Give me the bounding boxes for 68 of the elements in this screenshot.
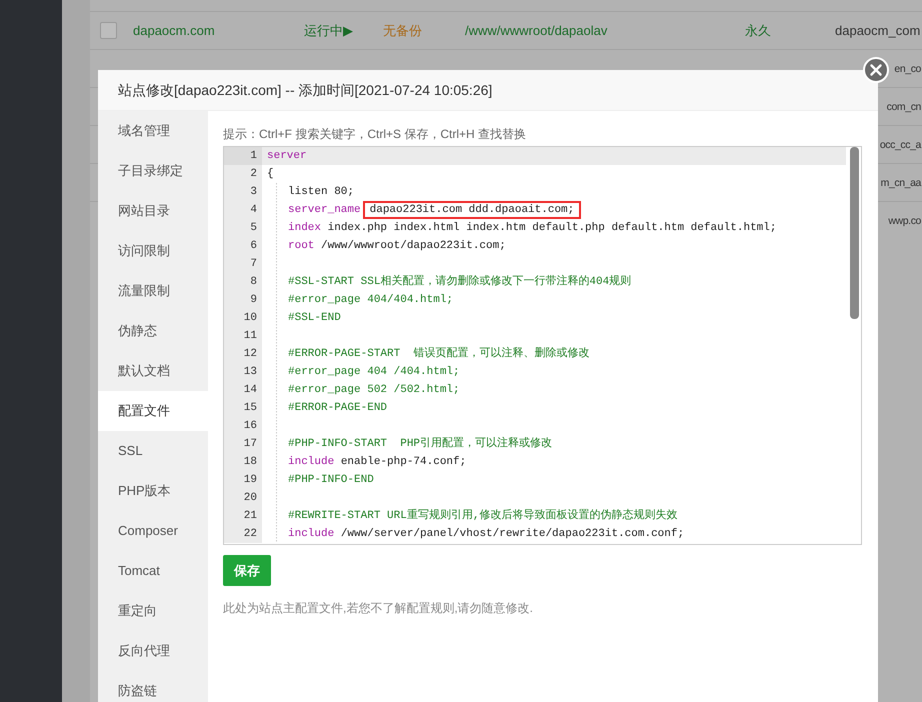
code-line: root /www/wwwroot/dapao223it.com; bbox=[288, 239, 506, 254]
sidebar-item[interactable]: 访问限制 bbox=[98, 231, 208, 271]
code-line: #ERROR-PAGE-END bbox=[288, 401, 388, 416]
sidebar-item[interactable]: 子目录绑定 bbox=[98, 151, 208, 191]
code-line: server bbox=[267, 149, 307, 164]
code-line: server_name dapao223it.com ddd.dpaoait.com; bbox=[288, 201, 582, 219]
sidebar-item[interactable]: 防盗链 bbox=[98, 671, 208, 702]
expiry-text: 永久 bbox=[745, 22, 771, 40]
sidebar-item[interactable]: 重定向 bbox=[98, 591, 208, 631]
sidebar-item[interactable]: 域名管理 bbox=[98, 111, 208, 151]
sidebar-item[interactable]: Composer bbox=[98, 511, 208, 551]
line-number: 3 bbox=[224, 183, 262, 201]
line-number: 5 bbox=[224, 219, 262, 237]
table-cell: com_cn bbox=[886, 100, 921, 112]
code-line: #SSL-END bbox=[288, 311, 341, 326]
code-editor[interactable] bbox=[223, 146, 862, 545]
line-number: 15 bbox=[224, 399, 262, 417]
line-number: 12 bbox=[224, 345, 262, 363]
scrollbar[interactable] bbox=[850, 147, 859, 319]
code-line: #SSL-START SSL相关配置，请勿删除或修改下一行带注释的404规则 bbox=[288, 274, 632, 290]
sidebar-item[interactable]: 网站目录 bbox=[98, 191, 208, 231]
line-number: 19 bbox=[224, 471, 262, 489]
code-line: index index.php index.html index.htm default.php default.htm default.html; bbox=[288, 221, 776, 236]
sidebar-item[interactable]: 伪静态 bbox=[98, 311, 208, 351]
table-cell: en_co bbox=[894, 62, 921, 74]
table-cell: m_cn_aa bbox=[880, 176, 921, 188]
code-line: #error_page 404 /404.html; bbox=[288, 365, 460, 380]
line-number: 17 bbox=[224, 435, 262, 453]
note-text: 此处为站点主配置文件,若您不了解配置规则,请勿随意修改. bbox=[223, 600, 534, 617]
sidebar-item[interactable]: 默认文档 bbox=[98, 351, 208, 391]
sidebar-item[interactable]: 配置文件 bbox=[98, 391, 208, 431]
line-number: 20 bbox=[224, 489, 262, 507]
code-line: include /www/server/panel/vhost/rewrite/dapao223it.com.conf; bbox=[288, 527, 684, 542]
hint-text: 提示：Ctrl+F 搜索关键字，Ctrl+S 保存，Ctrl+H 查找替换 bbox=[223, 126, 528, 143]
line-number: 9 bbox=[224, 291, 262, 309]
line-number: 11 bbox=[224, 327, 262, 345]
dialog-title: 站点修改[dapao223it.com] -- 添加时间[2021-07-24 10:05:26] bbox=[98, 70, 878, 111]
code-line: listen 80; bbox=[288, 185, 354, 200]
code-line: include enable-php-74.conf; bbox=[288, 455, 466, 470]
table-cell: dapaocm_com bbox=[835, 23, 920, 38]
line-number: 8 bbox=[224, 273, 262, 291]
code-line: { bbox=[267, 167, 274, 182]
sidebar-item[interactable]: 反向代理 bbox=[98, 631, 208, 671]
line-number: 22 bbox=[224, 525, 262, 543]
code-line: #PHP-INFO-END bbox=[288, 473, 374, 488]
line-number: 14 bbox=[224, 381, 262, 399]
line-number: 6 bbox=[224, 237, 262, 255]
line-number: 4 bbox=[224, 201, 262, 219]
code-line: #error_page 502 /502.html; bbox=[288, 383, 460, 398]
line-number: 13 bbox=[224, 363, 262, 381]
line-number: 18 bbox=[224, 453, 262, 471]
line-number: 21 bbox=[224, 507, 262, 525]
line-number: 7 bbox=[224, 255, 262, 273]
sidebar-item[interactable]: Tomcat bbox=[98, 551, 208, 591]
line-number: 10 bbox=[224, 309, 262, 327]
code-line: #PHP-INFO-START PHP引用配置，可以注释或修改 bbox=[288, 436, 552, 452]
line-number: 2 bbox=[224, 165, 262, 183]
code-line: #REWRITE-START URL重写规则引用,修改后将导致面板设置的伪静态规则失效 bbox=[288, 508, 678, 524]
table-cell: wwp.co bbox=[888, 214, 921, 226]
line-number: 16 bbox=[224, 417, 262, 435]
table-cell: occ_cc_a bbox=[880, 138, 921, 150]
sidebar-item[interactable]: PHP版本 bbox=[98, 471, 208, 511]
line-number: 1 bbox=[224, 147, 262, 165]
sidebar-item[interactable]: SSL bbox=[98, 431, 208, 471]
code-line: #error_page 404/404.html; bbox=[288, 293, 454, 308]
checkbox[interactable] bbox=[100, 22, 117, 39]
code-line: #ERROR-PAGE-START 错误页配置，可以注释、删除或修改 bbox=[288, 346, 590, 362]
sidebar-item[interactable]: 流量限制 bbox=[98, 271, 208, 311]
